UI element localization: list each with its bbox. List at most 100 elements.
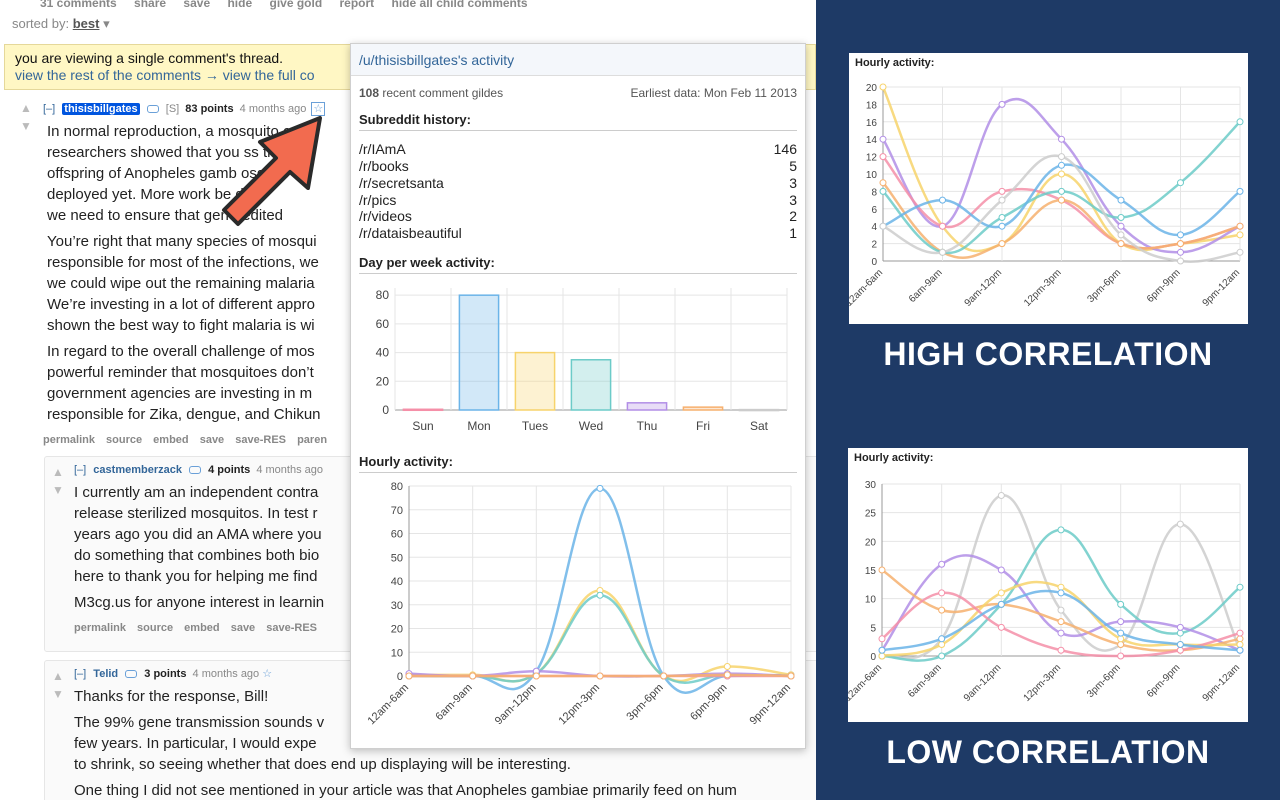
hide-link[interactable]: hide [227,0,252,10]
data-point [998,100,1006,108]
weekly-activity-chart: 0 20 40 60 80 Sun Mon Tues Wed Thu Fri Sat [376,288,788,433]
low-correlation-card: Hourly activity: 0 5 10 15 20 25 30 12am-6am 6am… [848,448,1248,722]
subreddit-count: 146 [773,141,797,157]
parent-link[interactable]: paren [297,434,327,446]
downvote-icon[interactable]: ▼ [52,688,64,700]
downvote-icon[interactable]: ▼ [20,120,32,132]
comment-author[interactable]: castmemberzack [93,464,182,476]
data-point [1177,248,1184,256]
upvote-icon[interactable]: ▲ [52,670,64,682]
collapse-toggle[interactable]: [–] [74,668,86,680]
subreddit-name[interactable]: /r/books [359,158,409,174]
subreddit-row[interactable]: /r/books 5 [359,158,797,175]
data-point [1236,222,1244,230]
comments-link[interactable]: 31 comments [40,0,117,10]
subreddit-row[interactable]: /r/videos 2 [359,208,797,225]
y-tick-label: 5 [870,623,876,634]
save-link[interactable]: save [183,0,210,10]
data-point [1058,170,1065,178]
body-line: to shrink, so seeing whether that does e… [74,756,571,773]
hide-child-comments-link[interactable]: hide all child comments [392,0,528,10]
permalink-link[interactable]: permalink [43,434,95,446]
data-point [878,646,886,654]
comment-age: 4 months ago [256,464,323,476]
y-tick-label: 70 [391,505,403,517]
x-tick-label: 3pm-6pm [1085,267,1123,305]
x-tick-label: 6pm-9pm [688,682,729,723]
bar [626,402,668,411]
data-point [1117,600,1125,608]
reddit-thread: 31 comments share save hide give gold re… [0,0,816,800]
data-point [879,222,887,230]
sort-selector[interactable]: sorted by: best ▾ [12,16,110,32]
tag-icon[interactable] [125,670,138,679]
subreddit-name[interactable]: /r/pics [359,192,396,208]
comment-author[interactable]: thisisbillgates [62,103,140,115]
body-line: years ago you did an AMA where you [74,526,322,543]
chevron-down-icon[interactable]: ▾ [103,16,110,31]
subreddit-name[interactable]: /r/secretsanta [359,175,444,191]
save-res-link[interactable]: save-RES [266,622,317,634]
body-line: few years. In particular, I would expe [74,735,317,752]
tag-icon[interactable] [189,466,202,475]
subreddit-row[interactable]: /r/IAmA 146 [359,141,797,158]
data-point [997,491,1005,499]
sort-value[interactable]: best [73,16,100,31]
embed-link[interactable]: embed [184,622,219,634]
data-point [1117,652,1125,660]
data-point [939,248,946,256]
upvote-icon[interactable]: ▲ [20,102,32,114]
high-correlation-card: Hourly activity: 0 2 4 6 8 10 12 14 16 18 20 12am-6… [849,53,1248,324]
subreddit-count: 2 [789,208,797,224]
give-gold-link[interactable]: give gold [269,0,322,10]
data-point [997,623,1005,631]
downvote-icon[interactable]: ▼ [52,484,64,496]
subreddit-name[interactable]: /r/IAmA [359,141,406,157]
body-line: government agencies are investing in m [47,385,313,402]
data-point [1236,641,1244,649]
permalink-link[interactable]: permalink [74,622,126,634]
subreddit-row[interactable]: /r/secretsanta 3 [359,175,797,192]
data-point [1058,187,1065,195]
subreddit-row[interactable]: /r/pics 3 [359,192,797,209]
source-link[interactable]: source [137,622,173,634]
body-line: The 99% gene transmission sounds v [74,714,325,731]
body-line: M3cg.us for anyone interest in learnin [74,594,325,611]
report-link[interactable]: report [340,0,375,10]
caption-low: LOW CORRELATION [886,734,1210,770]
data-point [1058,196,1065,204]
comment-author[interactable]: Telid [93,668,118,680]
star-icon[interactable]: ☆ [262,668,272,680]
data-point [878,652,886,660]
collapse-toggle[interactable]: [–] [74,464,86,476]
upvote-icon[interactable]: ▲ [52,466,64,478]
subreddit-history-heading: Subreddit history: [359,112,797,131]
subreddit-row[interactable]: /r/dataisbeautiful 1 [359,225,797,242]
view-rest-link[interactable]: view the rest of the comments → [15,67,219,83]
y-tick-label: 30 [391,600,403,612]
comment-age: 4 months ago [192,668,260,680]
save-res-link[interactable]: save-RES [235,434,286,446]
collapse-toggle[interactable]: [–] [43,103,55,115]
data-point [1117,618,1125,626]
save-link[interactable]: save [200,434,224,446]
save-link[interactable]: save [231,622,255,634]
y-tick-label: 20 [866,83,878,94]
embed-link[interactable]: embed [153,434,188,446]
data-point [1236,248,1244,256]
x-tick-label: 6pm-9pm [1145,662,1183,700]
bar [570,359,612,411]
view-full-link[interactable]: view the full co [223,67,315,83]
data-point [878,635,886,643]
share-link[interactable]: share [134,0,166,10]
x-tick-label: Sat [750,419,769,433]
source-link[interactable]: source [106,434,142,446]
subreddit-name[interactable]: /r/videos [359,208,412,224]
data-point [879,153,887,161]
hourly-activity-chart: 0102030405060708012am-6am 6am-9am 9am-12pm… [365,481,795,727]
data-point [1117,240,1125,248]
data-point [405,672,413,680]
tag-icon[interactable] [146,105,159,114]
subreddit-name[interactable]: /r/dataisbeautiful [359,225,462,241]
vote-arrows: ▲ ▼ [52,466,64,496]
